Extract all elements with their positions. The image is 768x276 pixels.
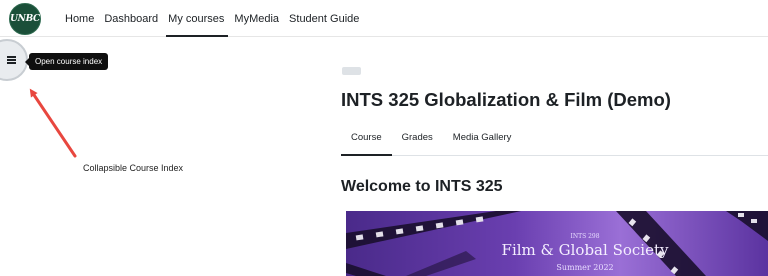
breadcrumb-placeholder [342,67,361,75]
tab-media-gallery[interactable]: Media Gallery [443,119,522,155]
open-course-index-tooltip: Open course index [24,53,109,70]
primary-navigation: Home Dashboard My courses MyMedia Studen… [60,0,364,37]
open-course-index-button[interactable] [0,39,28,81]
logo-text: UNBC [10,14,40,24]
course-banner-image: INTS 298 Film & Global Society Summer 20… [346,211,768,276]
banner-term: Summer 2022 [556,263,614,272]
banner-title: Film & Global Society [501,241,669,259]
top-navbar: UNBC Home Dashboard My courses MyMedia S… [0,0,768,37]
annotation-label: Collapsible Course Index [83,163,184,173]
list-icon [7,56,16,64]
nav-my-courses-link[interactable]: My courses [163,0,229,37]
section-heading: Welcome to INTS 325 [341,178,503,195]
course-title: INTS 325 Globalization & Film (Demo) [341,89,671,110]
nav-mymedia-link[interactable]: MyMedia [229,0,284,37]
tab-course[interactable]: Course [341,119,392,156]
nav-dashboard-link[interactable]: Dashboard [99,0,163,37]
unbc-logo[interactable]: UNBC [9,3,41,35]
banner-course-code: INTS 298 [570,233,600,240]
tab-grades[interactable]: Grades [392,119,443,155]
course-secondary-navigation: Course Grades Media Gallery [341,119,768,156]
nav-student-guide-link[interactable]: Student Guide [284,0,364,37]
nav-home-link[interactable]: Home [60,0,99,37]
page: UNBC Home Dashboard My courses MyMedia S… [0,0,768,276]
